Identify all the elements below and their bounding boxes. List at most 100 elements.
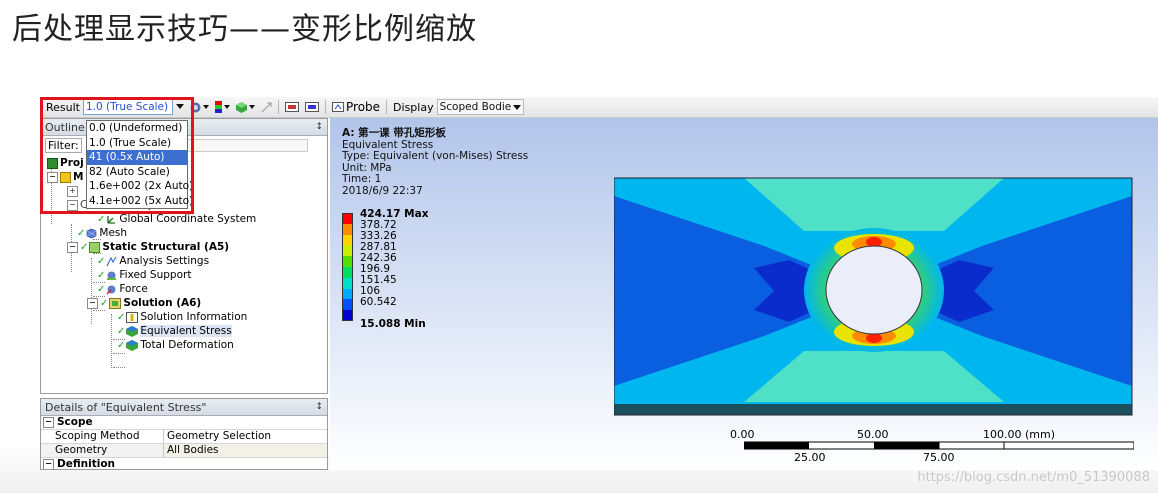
collapse-icon[interactable]: −: [67, 199, 78, 211]
outline-title: Outline: [45, 120, 85, 134]
scale-bar-graphic: [744, 441, 1134, 450]
color-legend-icon: [215, 101, 222, 113]
min-label-button[interactable]: [302, 98, 322, 116]
info-icon: [126, 311, 139, 323]
legend-color-swatch: [342, 277, 353, 289]
edges-button[interactable]: [233, 98, 258, 116]
legend-color-swatch: [342, 310, 353, 321]
tree-geometry[interactable]: +: [67, 184, 78, 198]
project-icon: [47, 157, 58, 169]
display-combo-value: Scoped Bodie: [439, 101, 512, 113]
max-label-button[interactable]: [282, 98, 302, 116]
tree-totdef-label: Total Deformation: [140, 339, 234, 351]
scale-option[interactable]: 1.6e+002 (2x Auto): [87, 179, 193, 194]
details-section-scope[interactable]: − Scope: [41, 416, 327, 430]
annotation-date: 2018/6/9 22:37: [342, 184, 423, 197]
plate-model[interactable]: [614, 176, 1134, 416]
result-cube-icon: [126, 339, 139, 351]
graphics-viewport[interactable]: A: 第一课 带孔矩形板 Equivalent Stress Type: Equ…: [330, 118, 1158, 470]
plate-hole: [825, 245, 923, 335]
details-key: Scoping Method: [41, 430, 164, 443]
vectors-button[interactable]: [258, 98, 275, 116]
pin-icon[interactable]: ↕: [315, 402, 323, 412]
chevron-down-icon: [203, 105, 209, 109]
display-combo[interactable]: Scoped Bodie: [436, 99, 525, 115]
tree-model[interactable]: − M: [47, 170, 83, 184]
check-icon: ✓: [80, 241, 89, 253]
details-value[interactable]: Geometry Selection: [164, 430, 327, 443]
scale-label: 50.00: [857, 428, 889, 441]
combo-arrow-button[interactable]: [173, 98, 187, 116]
min-probe-icon: [305, 102, 319, 112]
pin-icon[interactable]: ↕: [315, 122, 323, 132]
scale-option[interactable]: 1.0 (True Scale): [87, 136, 187, 151]
toolbar-separator: [278, 100, 279, 114]
tree-force[interactable]: ✓ Force: [97, 282, 148, 296]
scale-option-selected[interactable]: 41 (0.5x Auto): [87, 150, 187, 165]
tree-eqstress-label: Equivalent Stress: [140, 325, 232, 337]
probe-label: Probe: [346, 100, 381, 114]
details-section-definition[interactable]: − Definition: [41, 458, 327, 470]
tree-model-label: M: [73, 171, 84, 183]
max-probe-icon: [285, 102, 299, 112]
legend-color-swatch: [342, 267, 353, 278]
result-toolbar: Result 1.0 (True Scale) Probe Display Sc…: [40, 97, 1158, 118]
tree-gcs-label: Global Coordinate System: [119, 213, 257, 225]
solution-icon: [109, 297, 122, 309]
definition-label: Definition: [57, 458, 116, 470]
contour-style-button[interactable]: [187, 98, 212, 116]
display-label: Display: [393, 100, 434, 114]
toolbar-separator: [386, 100, 388, 114]
tree-equivalent-stress[interactable]: ✓ Equivalent Stress: [117, 324, 232, 338]
legend-min-label: 15.088 Min: [360, 318, 426, 330]
legend-colors-button[interactable]: [212, 98, 233, 116]
annotation-time: Time: 1: [342, 173, 382, 185]
tree-analysis-settings[interactable]: ✓ Analysis Settings: [97, 254, 209, 268]
scope-label: Scope: [57, 416, 93, 428]
tree-global-coordinate-system[interactable]: ✓ Global Coordinate System: [97, 212, 256, 226]
tree-mesh[interactable]: ✓ Mesh: [77, 226, 127, 240]
collapse-icon[interactable]: −: [67, 241, 78, 253]
tree-fixed-support[interactable]: ✓ Fixed Support: [97, 268, 191, 282]
details-value[interactable]: All Bodies: [164, 444, 327, 457]
slide-title: 后处理显示技巧——变形比例缩放: [12, 12, 477, 47]
scale-label: 0.00: [730, 428, 755, 441]
legend-level: 60.542: [360, 296, 397, 308]
scale-label: 75.00: [923, 451, 955, 464]
expand-icon[interactable]: +: [67, 185, 78, 197]
scale-option[interactable]: 82 (Auto Scale): [87, 165, 187, 180]
scale-option[interactable]: 0.0 (Undeformed): [87, 121, 187, 136]
legend-color-swatch: [342, 288, 353, 300]
deformation-scale-combo[interactable]: 1.0 (True Scale): [83, 99, 173, 115]
deformation-scale-value: 1.0 (True Scale): [86, 101, 169, 113]
tree-solution-label: Solution (A6): [123, 297, 202, 309]
check-icon: ✓: [100, 297, 109, 309]
tree-project[interactable]: Proj: [47, 156, 84, 170]
tree-static-label: Static Structural (A5): [102, 241, 230, 253]
check-icon: ✓: [97, 255, 106, 267]
collapse-icon[interactable]: −: [43, 417, 54, 428]
legend-color-swatch: [342, 245, 353, 257]
result-annotation: A: 第一课 带孔矩形板 Equivalent Stress Type: Equ…: [342, 127, 528, 197]
tree-project-label: Proj: [60, 157, 84, 169]
annotation-title: A: 第一课 带孔矩形板: [342, 127, 446, 139]
watermark: https://blog.csdn.net/m0_51390088: [917, 470, 1150, 485]
chevron-down-icon: [176, 104, 184, 109]
coordinate-system-icon: [107, 215, 116, 224]
probe-icon: [332, 102, 344, 112]
details-title: Details of "Equivalent Stress": [45, 400, 207, 414]
tree-solution[interactable]: − ✓ Solution (A6): [87, 296, 201, 310]
tree-solution-information[interactable]: ✓ Solution Information: [117, 310, 247, 324]
tree-total-deformation[interactable]: ✓ Total Deformation: [117, 338, 234, 352]
collapse-icon[interactable]: −: [43, 459, 54, 469]
check-icon: ✓: [117, 325, 126, 337]
scale-option[interactable]: 4.1e+002 (5x Auto): [87, 194, 193, 209]
tree-static-structural[interactable]: − ✓ Static Structural (A5): [67, 240, 229, 254]
plate-thickness-edge: [614, 404, 1132, 415]
probe-button[interactable]: Probe: [329, 98, 383, 116]
collapse-icon[interactable]: −: [87, 297, 98, 309]
details-row[interactable]: Geometry All Bodies: [41, 444, 327, 458]
force-icon: [106, 285, 116, 295]
details-row[interactable]: Scoping Method Geometry Selection: [41, 430, 327, 444]
collapse-icon[interactable]: −: [47, 171, 58, 183]
